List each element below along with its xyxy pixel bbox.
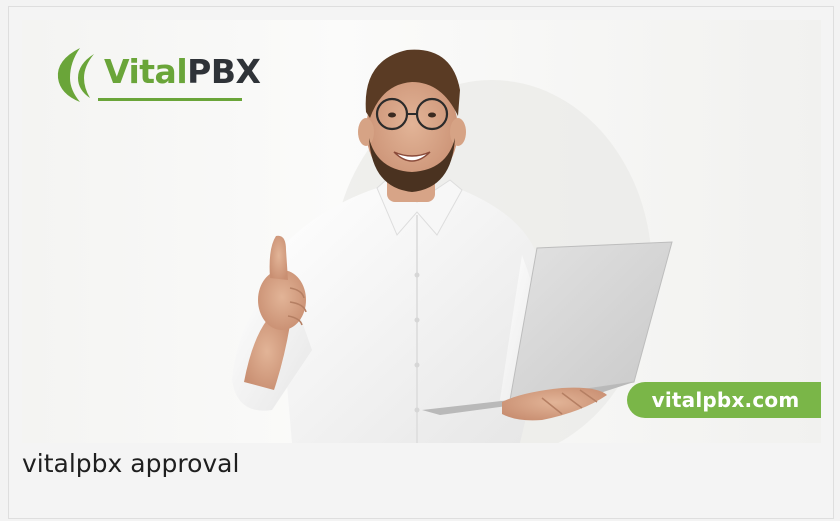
promo-image[interactable]: VitalPBX vitalpbx.com [22,20,821,443]
logo-text-pbx: PBX [187,51,261,91]
logo-underline [98,98,242,101]
image-card: VitalPBX vitalpbx.com vitalpbx approval [8,6,834,519]
url-badge: vitalpbx.com [627,382,821,418]
vitalpbx-logo: VitalPBX [50,44,261,104]
image-caption: vitalpbx approval [22,449,240,478]
logo-text-vital: Vital [104,51,188,91]
vitalpbx-swoosh-icon [57,48,94,102]
